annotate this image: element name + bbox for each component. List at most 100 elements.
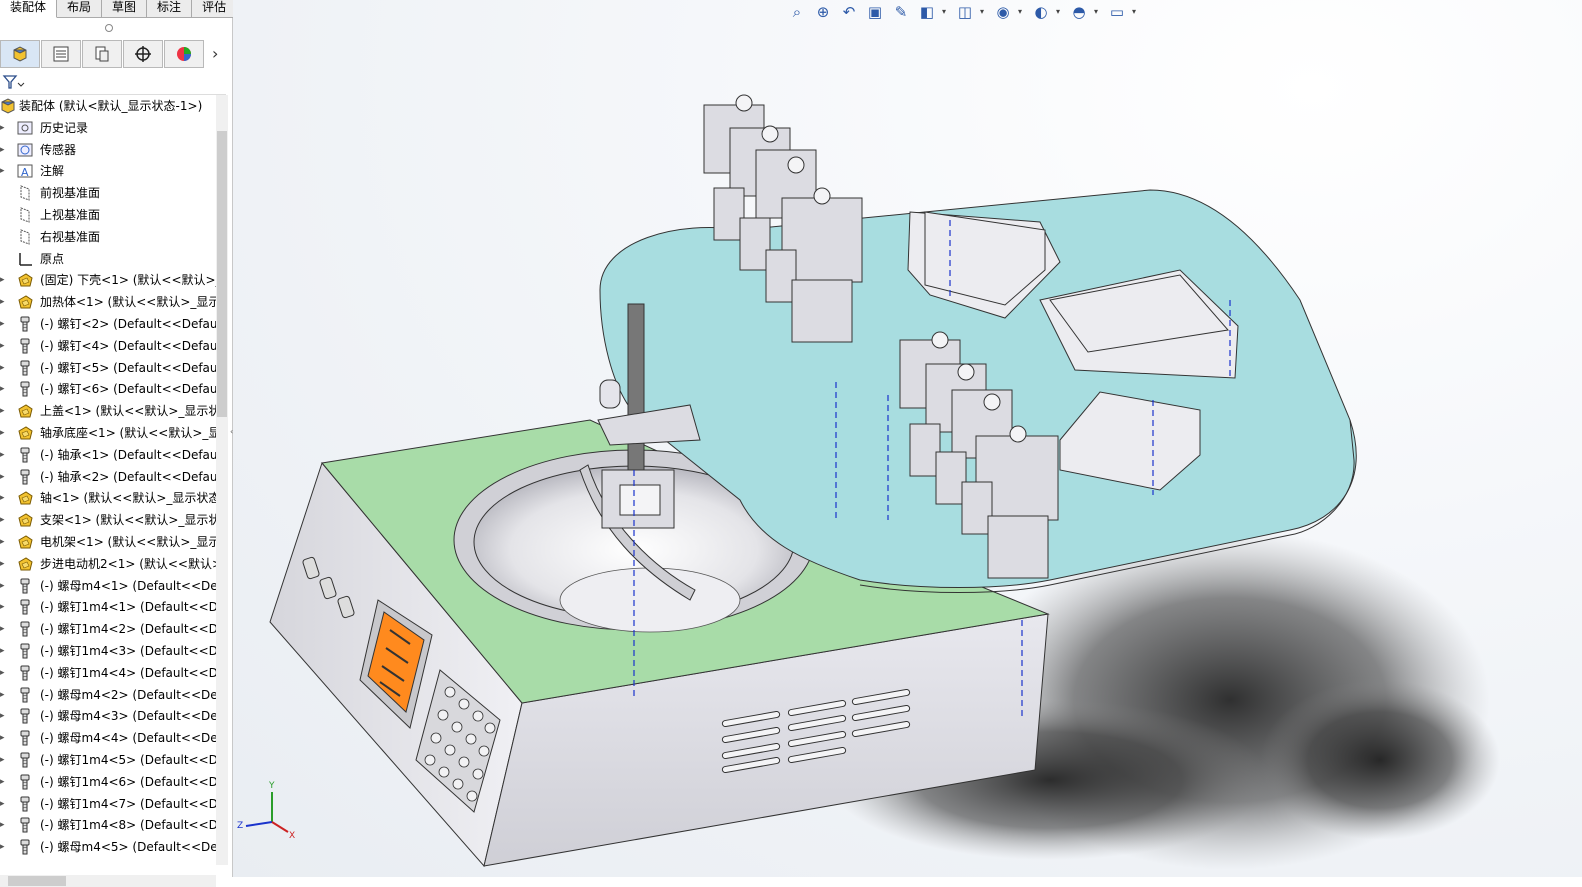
tree-item[interactable]: ▸ (-) 螺钉<5> (Default<<Default xyxy=(0,357,216,379)
expand-caret-icon[interactable]: ▸ xyxy=(0,139,8,161)
command-tab[interactable]: 装配体 xyxy=(0,0,58,18)
tree-item[interactable]: ▸ 轴承底座<1> (默认<<默认>_显 xyxy=(0,422,216,444)
expand-caret-icon[interactable]: ▸ xyxy=(0,553,8,575)
expand-caret-icon[interactable]: ▸ xyxy=(0,531,8,553)
expand-caret-icon[interactable]: ▸ xyxy=(0,575,8,597)
tree-item[interactable]: ▸ 步进电动机2<1> (默认<<默认> xyxy=(0,553,216,575)
chevron-right-icon[interactable]: › xyxy=(212,44,218,63)
tree-item[interactable]: ▸ (-) 轴承<1> (Default<<Default xyxy=(0,444,216,466)
zoom-to-fit-icon[interactable]: ⌕ xyxy=(786,2,808,22)
expand-caret-icon[interactable]: ▸ xyxy=(0,400,8,422)
command-tab[interactable]: 标注 xyxy=(147,0,193,18)
tree-item[interactable]: ▸ 轴<1> (默认<<默认>_显示状态 xyxy=(0,487,216,509)
dynamic-annotation-icon[interactable]: ✎ xyxy=(890,2,912,22)
expand-caret-icon[interactable]: ▸ xyxy=(0,618,8,640)
tree-item[interactable]: ▸ (-) 螺母m4<5> (Default<<Defa xyxy=(0,836,216,858)
dropdown-arrow-icon[interactable]: ▾ xyxy=(1056,2,1064,22)
tree-item[interactable]: ▸ (-) 螺钉<2> (Default<<Default xyxy=(0,313,216,335)
tree-item[interactable]: 前视基准面 xyxy=(0,182,216,204)
expand-caret-icon[interactable]: ▸ xyxy=(0,335,8,357)
zoom-to-area-icon[interactable]: ⊕ xyxy=(812,2,834,22)
graphics-area[interactable]: Y Z X ⌕ ⊕ ↶ ▣ ✎ ◧ ▾ ◫ ▾ ◉ ▾ ◐ ▾ ◓ ▾ ▭ ▾ xyxy=(233,0,1582,877)
previous-view-icon[interactable]: ↶ xyxy=(838,2,860,22)
tree-item[interactable]: ▸ (-) 螺钉1m4<4> (Default<<De xyxy=(0,662,216,684)
expand-caret-icon[interactable]: ▸ xyxy=(0,313,8,335)
expand-caret-icon[interactable]: ▸ xyxy=(0,466,8,488)
dimxpert-icon[interactable] xyxy=(123,40,163,68)
tree-item[interactable]: ▸ (-) 螺钉1m4<8> (Default<<De xyxy=(0,814,216,836)
expand-caret-icon[interactable]: ▸ xyxy=(0,160,8,182)
apply-scene-icon[interactable]: ◓ xyxy=(1068,2,1090,22)
dropdown-arrow-icon[interactable]: ▾ xyxy=(942,2,950,22)
propertymanager-icon[interactable] xyxy=(41,40,81,68)
tree-item[interactable]: ▸ (-) 轴承<2> (Default<<Default xyxy=(0,466,216,488)
expand-caret-icon[interactable]: ▸ xyxy=(0,727,8,749)
featuremanager-icon[interactable] xyxy=(0,40,40,68)
tree-item[interactable]: 上视基准面 xyxy=(0,204,216,226)
panel-grip-icon[interactable] xyxy=(105,24,113,32)
tree-item[interactable]: ▸ (-) 螺钉1m4<7> (Default<<De xyxy=(0,793,216,815)
tree-item[interactable]: ▸ 电机架<1> (默认<<默认>_显示 xyxy=(0,531,216,553)
tree-item[interactable]: ▸ (固定) 下壳<1> (默认<<默认>_ xyxy=(0,269,216,291)
dropdown-arrow-icon[interactable]: ▾ xyxy=(1018,2,1026,22)
tree-item[interactable]: 右视基准面 xyxy=(0,226,216,248)
configurationmanager-icon[interactable] xyxy=(82,40,122,68)
tree-item[interactable]: ▸ (-) 螺钉<4> (Default<<Default xyxy=(0,335,216,357)
expand-caret-icon[interactable]: ▸ xyxy=(0,509,8,531)
tree-item[interactable]: ▸ 加热体<1> (默认<<默认>_显示 xyxy=(0,291,216,313)
expand-caret-icon[interactable]: ▸ xyxy=(0,836,8,858)
tree-item[interactable]: ▸ 历史记录 xyxy=(0,117,216,139)
expand-caret-icon[interactable]: ▸ xyxy=(0,662,8,684)
tree-item[interactable]: ▸ (-) 螺母m4<1> (Default<<Defa xyxy=(0,575,216,597)
display-manager-icon[interactable] xyxy=(164,40,204,68)
edit-appearance-icon[interactable]: ◐ xyxy=(1030,2,1052,22)
tree-item[interactable]: ▸ (-) 螺母m4<3> (Default<<Defa xyxy=(0,705,216,727)
command-tab[interactable]: 布局 xyxy=(57,0,103,18)
tree-item[interactable]: ▸ (-) 螺钉1m4<3> (Default<<De xyxy=(0,640,216,662)
tree-scroll-thumb[interactable] xyxy=(217,131,227,417)
tree-item[interactable]: ▸ (-) 螺钉1m4<6> (Default<<De xyxy=(0,771,216,793)
tree-hscroll-thumb[interactable] xyxy=(8,876,66,886)
expand-caret-icon[interactable]: ▸ xyxy=(0,640,8,662)
expand-caret-icon[interactable]: ▸ xyxy=(0,684,8,706)
tree-item[interactable]: ▸ (-) 螺母m4<2> (Default<<Defa xyxy=(0,684,216,706)
model-canvas[interactable]: Y Z X xyxy=(233,0,1582,877)
tree-item[interactable]: ▸ A 注解 xyxy=(0,160,216,182)
expand-caret-icon[interactable]: ▸ xyxy=(0,357,8,379)
hide-show-items-icon[interactable]: ◉ xyxy=(992,2,1014,22)
tree-item[interactable]: 原点 xyxy=(0,248,216,270)
command-tab[interactable]: 草图 xyxy=(102,0,148,18)
expand-caret-icon[interactable]: ▸ xyxy=(0,596,8,618)
expand-caret-icon[interactable]: ▸ xyxy=(0,269,8,291)
expand-caret-icon[interactable]: ▸ xyxy=(0,422,8,444)
tree-item[interactable]: ▸ (-) 螺母m4<4> (Default<<Defa xyxy=(0,727,216,749)
tree-item[interactable]: ▸ (-) 螺钉1m4<2> (Default<<De xyxy=(0,618,216,640)
command-tab[interactable]: 评估 xyxy=(192,0,238,18)
dropdown-arrow-icon[interactable]: ▾ xyxy=(1094,2,1102,22)
expand-caret-icon[interactable]: ▸ xyxy=(0,749,8,771)
expand-caret-icon[interactable]: ▸ xyxy=(0,705,8,727)
view-settings-icon[interactable]: ▭ xyxy=(1106,2,1128,22)
tree-item[interactable]: ▸ 支架<1> (默认<<默认>_显示状 xyxy=(0,509,216,531)
expand-caret-icon[interactable]: ▸ xyxy=(0,117,8,139)
tree-item[interactable]: ▸ 上盖<1> (默认<<默认>_显示状 xyxy=(0,400,216,422)
tree-item[interactable]: ▸ (-) 螺钉1m4<5> (Default<<De xyxy=(0,749,216,771)
view-orientation-icon[interactable]: ◧ xyxy=(916,2,938,22)
filter-icon[interactable] xyxy=(2,73,26,93)
expand-caret-icon[interactable]: ▸ xyxy=(0,378,8,400)
tree-filter[interactable] xyxy=(0,70,226,95)
expand-caret-icon[interactable]: ▸ xyxy=(0,814,8,836)
expand-caret-icon[interactable]: ▸ xyxy=(0,793,8,815)
tree-item[interactable]: ▸ 传感器 xyxy=(0,139,216,161)
dropdown-arrow-icon[interactable]: ▾ xyxy=(980,2,988,22)
tree-root-assembly[interactable]: 装配体 (默认<默认_显示状态-1>) xyxy=(0,95,216,117)
tree-item[interactable]: ▸ (-) 螺钉1m4<1> (Default<<De xyxy=(0,596,216,618)
expand-caret-icon[interactable]: ▸ xyxy=(0,291,8,313)
expand-caret-icon[interactable]: ▸ xyxy=(0,771,8,793)
dropdown-arrow-icon[interactable]: ▾ xyxy=(1132,2,1140,22)
section-view-icon[interactable]: ▣ xyxy=(864,2,886,22)
expand-caret-icon[interactable]: ▸ xyxy=(0,487,8,509)
tree-item[interactable]: ▸ (-) 螺钉<6> (Default<<Default xyxy=(0,378,216,400)
display-style-icon[interactable]: ◫ xyxy=(954,2,976,22)
expand-caret-icon[interactable]: ▸ xyxy=(0,444,8,466)
